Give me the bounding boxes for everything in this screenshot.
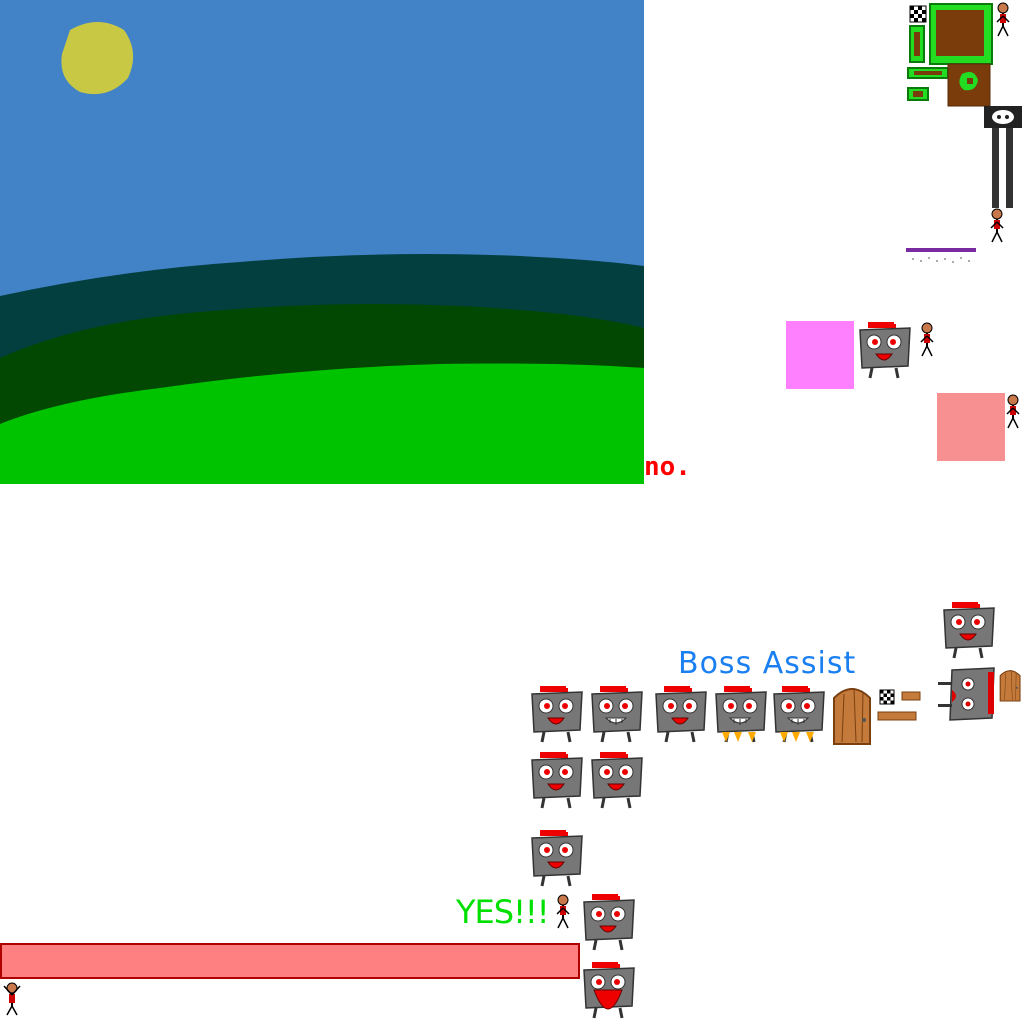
- door-icon: [999, 669, 1021, 702]
- stick-figure-icon: [920, 322, 934, 357]
- robot-sprite-icon: [528, 830, 586, 888]
- sun: [61, 22, 134, 95]
- stick-figure-icon: [3, 982, 21, 1016]
- stick-figure-icon: [990, 208, 1004, 243]
- robot-sprite-icon: [588, 686, 646, 744]
- health-bar-fill: [2, 945, 578, 977]
- yes-label: YES!!!: [456, 893, 550, 931]
- robot-sprite-icon: [856, 322, 914, 380]
- salmon-block: [937, 393, 1005, 461]
- robot-sprite-icon: [940, 602, 998, 660]
- landscape-background: [0, 0, 644, 484]
- checkered-flag-icon: [909, 5, 927, 23]
- robot-sprite-icon: [580, 894, 638, 952]
- robot-sprite-icon: [712, 686, 770, 744]
- robot-sprite-icon: [528, 752, 586, 810]
- health-bar: [0, 943, 580, 979]
- stick-figure-icon: [996, 2, 1010, 37]
- robot-sprite-icon: [770, 686, 828, 744]
- wood-plank-icon: [877, 689, 921, 721]
- no-label: no.: [644, 452, 691, 482]
- robot-sprite-icon: [588, 752, 646, 810]
- robot-side-sprite-icon: [938, 667, 995, 721]
- skull-pillar-icon: [984, 106, 1022, 208]
- door-icon: [833, 687, 871, 745]
- pink-block: [786, 321, 854, 389]
- dirt-tile-icon: [947, 63, 991, 107]
- checkered-flag-icon: [879, 689, 895, 705]
- robot-sprite-icon: [528, 686, 586, 744]
- platform-icon: [906, 248, 976, 263]
- sprite-sheet: no. Boss Assist YES!!!: [0, 0, 1024, 1024]
- boss-assist-label: Boss Assist: [678, 646, 857, 681]
- robot-sprite-icon: [580, 962, 638, 1024]
- stick-figure-icon: [1006, 394, 1020, 429]
- robot-sprite-icon: [652, 686, 710, 744]
- stick-figure-icon: [556, 894, 570, 929]
